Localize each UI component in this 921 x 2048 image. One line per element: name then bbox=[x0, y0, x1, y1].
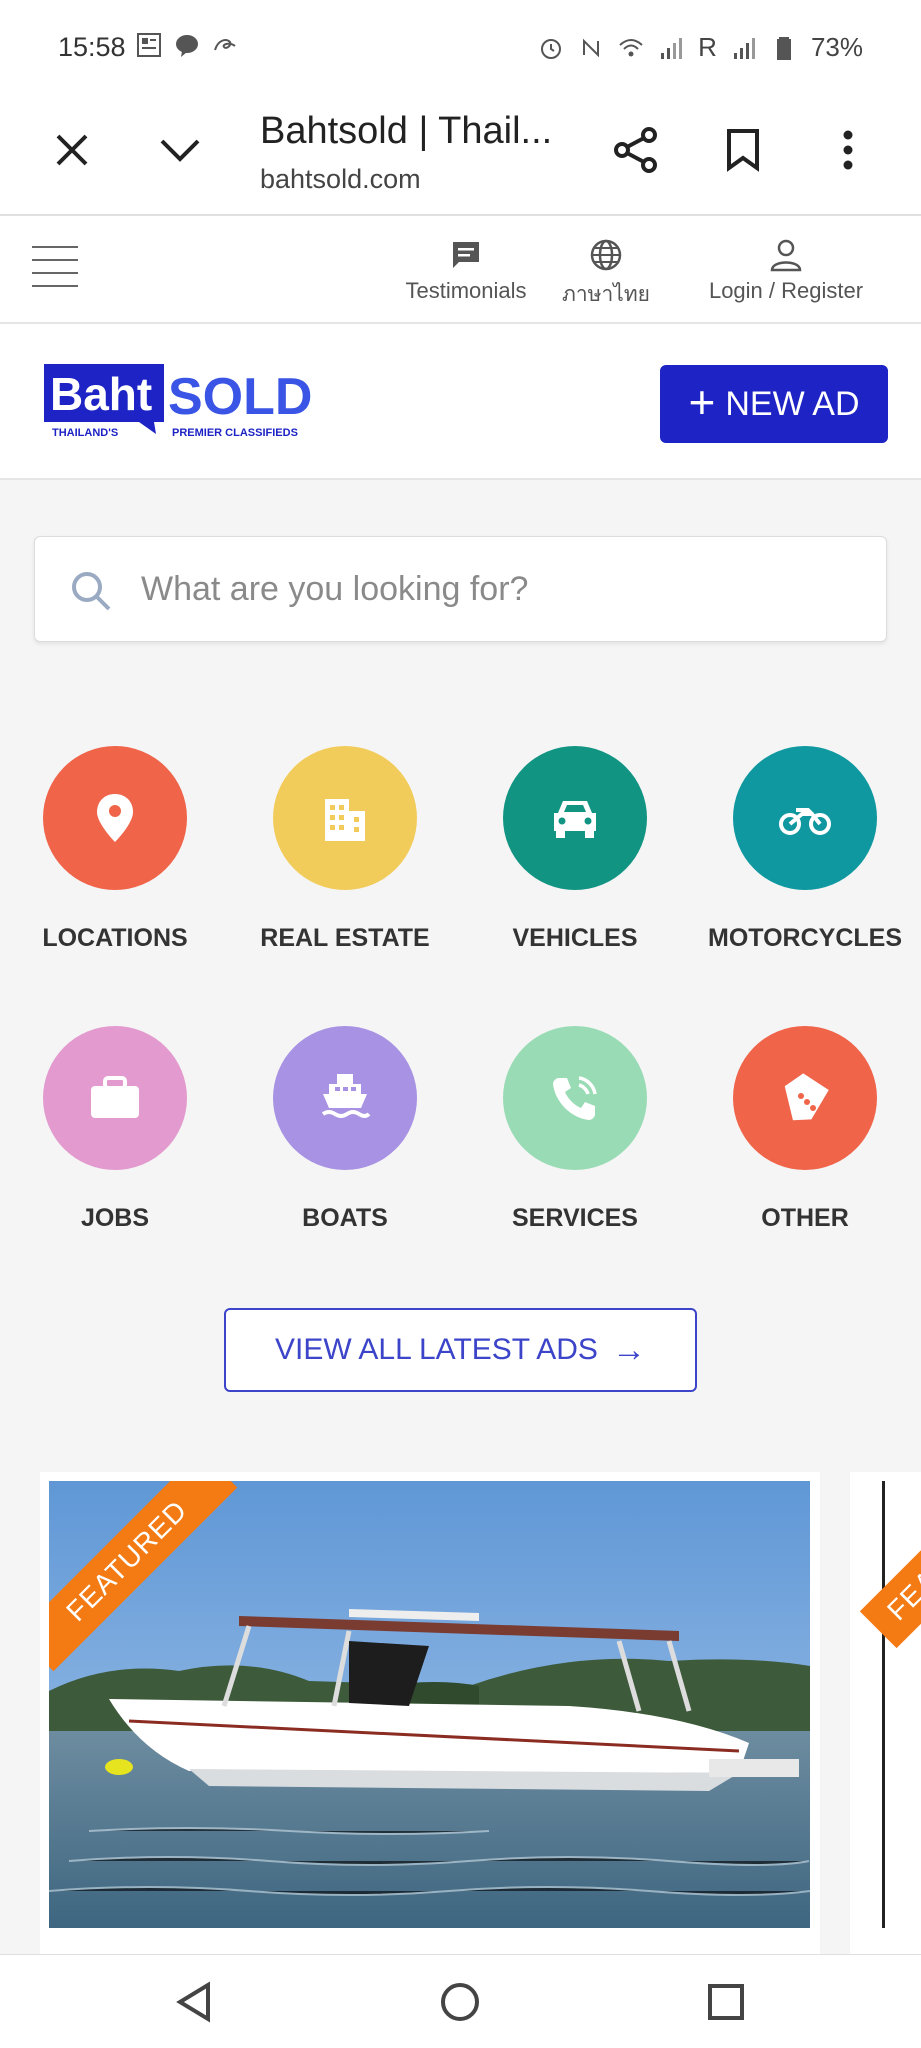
next-featured-ad-card[interactable]: FEAT bbox=[850, 1472, 921, 1960]
category-vehicles[interactable]: VEHICLES bbox=[460, 746, 690, 953]
car-icon bbox=[554, 801, 596, 838]
chat-icon bbox=[453, 242, 479, 268]
plus-icon: + bbox=[688, 376, 716, 428]
site-nav: Testimonials ภาษาไทย Login / Register bbox=[0, 216, 921, 324]
back-icon[interactable] bbox=[172, 1979, 218, 2025]
menu-line bbox=[32, 246, 78, 248]
category-label: LOCATIONS bbox=[42, 924, 188, 952]
featured-ribbon-next: FEAT bbox=[859, 1472, 921, 1649]
category-real-estate[interactable]: REAL ESTATE bbox=[230, 746, 460, 953]
battery-level: 73% bbox=[810, 32, 863, 62]
search-box[interactable] bbox=[34, 536, 887, 642]
search-icon bbox=[72, 572, 111, 611]
category-circle bbox=[733, 1026, 877, 1170]
globe-icon bbox=[590, 239, 622, 271]
ship-icon bbox=[321, 1074, 371, 1118]
signal-roaming-icon bbox=[733, 37, 755, 59]
category-label: JOBS bbox=[80, 1204, 150, 1232]
nav-login-register[interactable]: Login / Register bbox=[698, 238, 874, 304]
menu-button[interactable] bbox=[32, 246, 78, 287]
category-label: MOTORCYCLES bbox=[708, 924, 902, 952]
page-title: Bahtsold | Thail... bbox=[260, 110, 553, 152]
system-nav-bar bbox=[0, 1954, 921, 2048]
nav-language-label: ภาษาไทย bbox=[562, 282, 650, 306]
category-boats[interactable]: BOATS bbox=[230, 1026, 460, 1233]
user-icon bbox=[770, 239, 802, 272]
menu-line bbox=[32, 259, 78, 261]
line-app-icon bbox=[176, 35, 198, 57]
svg-text:SOLD: SOLD bbox=[168, 368, 312, 426]
category-circle bbox=[43, 746, 187, 890]
close-icon bbox=[56, 134, 88, 166]
category-services[interactable]: SERVICES bbox=[460, 1026, 690, 1233]
category-label: REAL ESTATE bbox=[260, 924, 430, 952]
category-label: BOATS bbox=[302, 1204, 388, 1232]
new-ad-button[interactable]: + NEW AD bbox=[660, 365, 888, 443]
card-edge bbox=[882, 1481, 885, 1928]
nav-language[interactable]: ภาษาไทย bbox=[548, 238, 664, 311]
category-circle bbox=[273, 746, 417, 890]
status-icons-left bbox=[136, 32, 238, 58]
svg-text:THAILAND'S: THAILAND'S bbox=[52, 427, 118, 439]
category-circle bbox=[503, 1026, 647, 1170]
site-header: Baht SOLD THAILAND'S PREMIER CLASSIFIEDS… bbox=[0, 324, 921, 480]
featured-ad-image: FEATURED bbox=[49, 1481, 810, 1928]
more-vertical-icon bbox=[843, 130, 853, 170]
alarm-icon bbox=[541, 38, 562, 59]
category-motorcycles[interactable]: MOTORCYCLES bbox=[690, 746, 920, 953]
nfc-icon bbox=[583, 38, 600, 57]
phone-icon bbox=[553, 1076, 597, 1120]
signal-icon bbox=[661, 37, 683, 59]
nav-testimonials[interactable]: Testimonials bbox=[398, 238, 534, 304]
status-time: 15:58 bbox=[58, 32, 126, 62]
nav-testimonials-label: Testimonials bbox=[405, 278, 527, 303]
svg-text:PREMIER CLASSIFIEDS: PREMIER CLASSIFIEDS bbox=[172, 427, 298, 439]
category-circle bbox=[43, 1026, 187, 1170]
bookmark-icon bbox=[727, 129, 759, 172]
page-url[interactable]: bahtsold.com bbox=[260, 164, 421, 195]
view-all-latest-ads-button[interactable]: VIEW ALL LATEST ADS → bbox=[224, 1308, 697, 1392]
nav-login-label: Login / Register bbox=[708, 278, 864, 303]
search-input[interactable] bbox=[141, 561, 841, 617]
category-other[interactable]: OTHER bbox=[690, 1026, 920, 1233]
chevron-down-icon bbox=[160, 139, 200, 162]
category-circle bbox=[503, 746, 647, 890]
roaming-indicator: R bbox=[698, 32, 717, 62]
bahtsold-logo[interactable]: Baht SOLD THAILAND'S PREMIER CLASSIFIEDS bbox=[44, 364, 324, 440]
category-locations[interactable]: LOCATIONS bbox=[0, 746, 230, 953]
category-label: OTHER bbox=[761, 1204, 849, 1232]
tag-icon bbox=[784, 1073, 829, 1121]
briefcase-icon bbox=[91, 1076, 139, 1118]
building-icon bbox=[325, 799, 365, 841]
new-ad-label: NEW AD bbox=[725, 384, 860, 423]
share-button[interactable] bbox=[606, 120, 666, 180]
status-bar: 15:58 R 73% bbox=[0, 0, 921, 92]
view-all-label: VIEW ALL LATEST ADS bbox=[275, 1333, 598, 1366]
featured-ad-card[interactable]: FEATURED bbox=[40, 1472, 820, 1960]
category-label: VEHICLES bbox=[512, 924, 638, 952]
category-circle bbox=[273, 1026, 417, 1170]
ink-icon bbox=[214, 39, 236, 51]
status-icons-right: R 73% bbox=[538, 32, 863, 63]
share-icon bbox=[614, 127, 657, 173]
close-button[interactable] bbox=[42, 120, 102, 180]
recents-icon[interactable] bbox=[703, 1979, 749, 2025]
news-icon bbox=[137, 33, 161, 57]
more-options-button[interactable] bbox=[818, 120, 878, 180]
minimize-tab-button[interactable] bbox=[150, 120, 210, 180]
menu-line bbox=[32, 285, 78, 287]
menu-line bbox=[32, 272, 78, 274]
battery-icon bbox=[776, 36, 791, 60]
location-pin-icon bbox=[97, 794, 133, 842]
browser-toolbar: Bahtsold | Thail... bahtsold.com bbox=[0, 92, 921, 216]
arrow-right-icon: → bbox=[611, 1330, 646, 1369]
motorcycle-icon bbox=[779, 808, 831, 835]
category-label: SERVICES bbox=[512, 1204, 638, 1232]
home-icon[interactable] bbox=[437, 1979, 483, 2025]
category-jobs[interactable]: JOBS bbox=[0, 1026, 230, 1233]
bookmark-button[interactable] bbox=[713, 120, 773, 180]
category-circle bbox=[733, 746, 877, 890]
svg-text:Baht: Baht bbox=[50, 368, 152, 420]
wifi-icon bbox=[619, 38, 643, 56]
